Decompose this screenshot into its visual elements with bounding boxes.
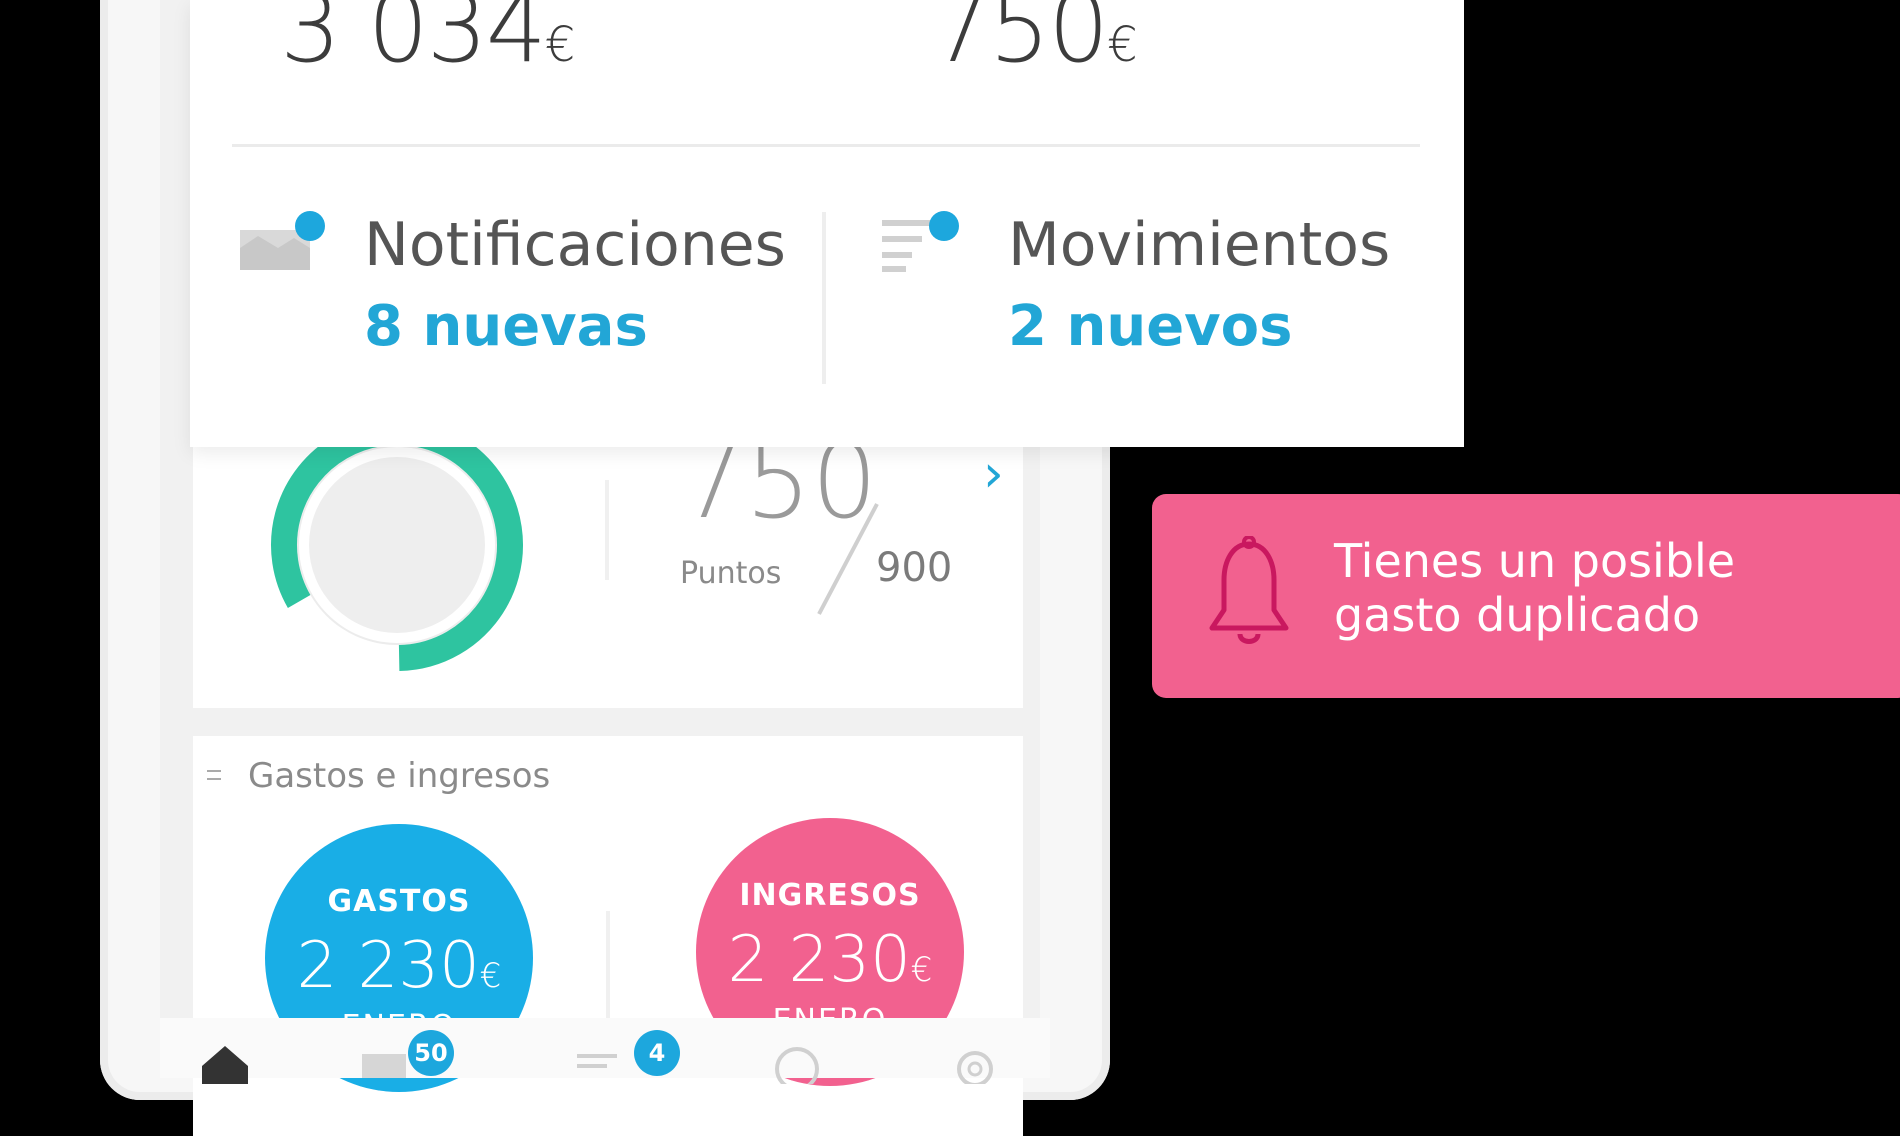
bottom-nav: 50 4 — [160, 1018, 1050, 1084]
gear-icon[interactable] — [950, 1044, 1000, 1084]
divider-vertical — [822, 212, 826, 384]
inbox-icon — [240, 211, 325, 270]
points-card[interactable]: 750 Puntos 900 › — [193, 420, 1023, 708]
notifications-title: Notificaciones — [364, 210, 786, 280]
bell-icon — [1209, 536, 1289, 644]
inbox-badge: 50 — [408, 1030, 454, 1076]
divider — [232, 144, 1420, 147]
balance-amount-left: 3 034€ — [280, 0, 575, 84]
divider-vertical — [605, 480, 609, 580]
summary-card: 3 034€ 750€ Notificaciones 8 nuevas Movi… — [190, 0, 1464, 447]
balance-amount-right: 750€ — [930, 0, 1138, 84]
menu-icon — [207, 770, 221, 780]
divider-vertical — [606, 911, 610, 1021]
income-label: INGRESOS — [739, 878, 921, 913]
alert-text: Tienes un posible gasto duplicado — [1334, 534, 1735, 642]
list-nav-icon[interactable] — [575, 1050, 625, 1078]
movements-title: Movimientos — [1008, 210, 1391, 280]
list-icon — [882, 211, 959, 272]
income-amount: 2 230€ — [727, 923, 933, 997]
points-label: Puntos — [680, 556, 782, 591]
movements-count: 2 nuevos — [1008, 294, 1293, 359]
expenses-label: GASTOS — [327, 884, 471, 919]
home-icon[interactable] — [200, 1044, 250, 1084]
points-ring — [271, 430, 523, 671]
section-title: Gastos e ingresos — [248, 756, 551, 796]
chart-nav-icon[interactable] — [772, 1044, 822, 1084]
inbox-nav-icon[interactable] — [360, 1048, 410, 1078]
duplicate-expense-alert[interactable]: Tienes un posible gasto duplicado — [1152, 494, 1900, 698]
alert-line-2: gasto duplicado — [1334, 588, 1701, 642]
expenses-amount: 2 230€ — [296, 929, 502, 1003]
alert-line-1: Tienes un posible — [1334, 534, 1736, 588]
movements-badge: 4 — [634, 1030, 680, 1076]
slash-divider — [817, 503, 879, 615]
notifications-count: 8 nuevas — [364, 294, 648, 359]
points-total: 900 — [876, 545, 953, 591]
chevron-right-icon[interactable]: › — [983, 444, 1004, 504]
